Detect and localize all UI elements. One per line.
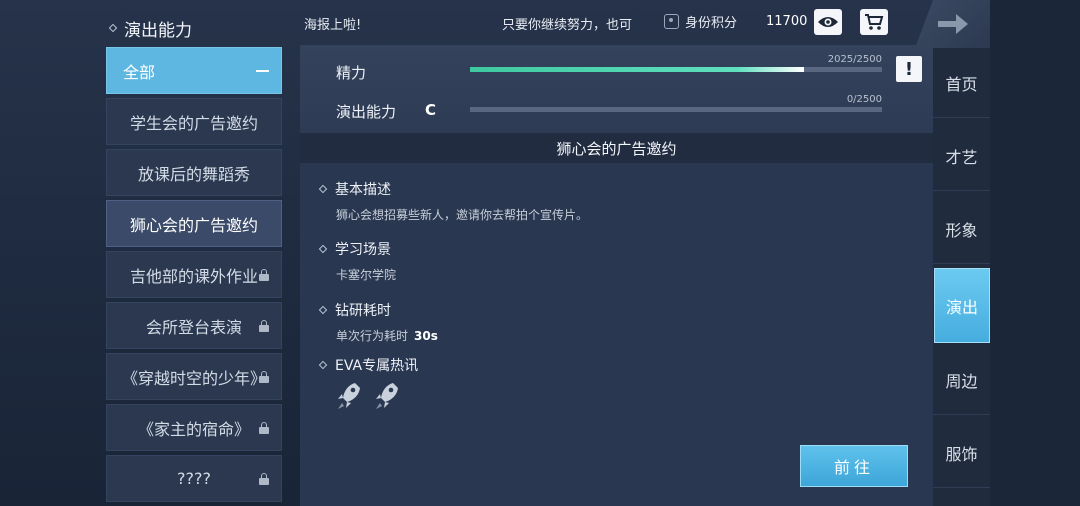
list-item-label: 全部 xyxy=(123,62,156,82)
tab-outfit[interactable]: 服饰 xyxy=(933,418,990,488)
tab-home[interactable]: 首页 xyxy=(933,48,990,118)
list-item-master-destiny[interactable]: 《家主的宿命》 xyxy=(106,404,282,451)
badge-icon xyxy=(664,14,679,29)
news-ticker-left: 海报上啦! xyxy=(304,18,362,33)
description-heading: 基本描述 xyxy=(318,179,588,199)
score-label: 身份积分 xyxy=(664,12,737,31)
eye-icon xyxy=(818,17,838,27)
time-heading: 钻研耗时 xyxy=(318,300,438,320)
list-item-time-traveler[interactable]: 《穿越时空的少年》 xyxy=(106,353,282,400)
perform-label: 演出能力 xyxy=(336,103,397,121)
score-label-text: 身份积分 xyxy=(685,16,738,31)
eva-title: EVA专属热讯 xyxy=(335,358,419,374)
eye-button[interactable] xyxy=(814,9,842,35)
detail-panel: 精力 2025/2500 演出能力 C 0/2500 ! 狮心会的广告邀约 基本… xyxy=(300,45,933,506)
description-block: 基本描述 狮心会想招募些新人，邀请你去帮拍个宣传片。 xyxy=(318,179,589,223)
go-button[interactable]: 前往 xyxy=(800,445,908,487)
news-ticker-right: 只要你继续努力，也可 xyxy=(502,18,633,33)
diamond-icon xyxy=(318,244,328,254)
diamond-icon xyxy=(108,23,118,33)
alert-icon: ! xyxy=(904,58,914,80)
diamond-icon xyxy=(318,360,328,370)
scene-title: 学习场景 xyxy=(335,242,391,258)
time-value: 30s xyxy=(414,329,438,343)
list-item-all[interactable]: 全部 xyxy=(106,47,282,94)
info-alert-button[interactable]: ! xyxy=(896,56,922,82)
shop-cart-button[interactable] xyxy=(860,9,888,35)
stamina-bar-fill xyxy=(470,67,804,72)
stamina-bar xyxy=(470,67,882,72)
list-item-student-council-ad[interactable]: 学生会的广告邀约 xyxy=(106,98,282,145)
detail-title: 狮心会的广告邀约 xyxy=(300,133,933,163)
list-item-lionheart-ad[interactable]: 狮心会的广告邀约 xyxy=(106,200,282,247)
diamond-icon xyxy=(318,184,328,194)
score-value: 11700 xyxy=(766,14,808,29)
category-tabs: 首页 才艺 形象 演出 周边 服饰 xyxy=(933,48,990,506)
stamina-value: 2025/2500 xyxy=(827,54,882,65)
list-item-label: 《穿越时空的少年》 xyxy=(121,368,266,388)
list-item-label: ???? xyxy=(177,469,211,488)
diamond-icon xyxy=(318,305,328,315)
description-title: 基本描述 xyxy=(335,182,391,198)
time-block: 钻研耗时 单次行为耗时 30s xyxy=(318,300,438,344)
eva-block: EVA专属热讯 xyxy=(318,355,419,411)
scene-text: 卡塞尔学院 xyxy=(336,268,397,282)
back-arrow-icon xyxy=(937,14,968,34)
top-bar: 演出能力 海报上啦! 只要你继续努力，也可 身份积分 11700 xyxy=(0,0,1080,48)
section-title: 演出能力 xyxy=(108,14,192,42)
time-text: 单次行为耗时 30s xyxy=(336,327,438,344)
list-item-after-school-dance[interactable]: 放课后的舞蹈秀 xyxy=(106,149,282,196)
rocket-icon xyxy=(338,383,360,409)
scene-heading: 学习场景 xyxy=(318,239,396,259)
list-item-label: 会所登台表演 xyxy=(145,317,242,337)
list-item-label: 学生会的广告邀约 xyxy=(129,113,258,133)
tab-image[interactable]: 形象 xyxy=(933,194,990,264)
tab-performance[interactable]: 演出 xyxy=(934,268,990,343)
list-item-club-stage[interactable]: 会所登台表演 xyxy=(106,302,282,349)
stats-section: 精力 2025/2500 演出能力 C 0/2500 ! xyxy=(300,45,933,133)
lock-icon xyxy=(259,422,269,434)
list-item-label: 放课后的舞蹈秀 xyxy=(137,164,250,184)
list-item-guitar-homework[interactable]: 吉他部的课外作业 xyxy=(106,251,282,298)
rocket-icon xyxy=(376,383,398,409)
lock-icon xyxy=(259,269,269,281)
list-item-unknown[interactable]: ???? xyxy=(106,455,282,502)
tab-merch[interactable]: 周边 xyxy=(933,345,990,415)
back-button[interactable] xyxy=(915,0,990,48)
perform-bar xyxy=(470,107,882,112)
eva-heading: EVA专属热讯 xyxy=(318,355,419,375)
list-item-label: 《家主的宿命》 xyxy=(137,419,250,439)
lock-icon xyxy=(259,320,269,332)
perform-value: 0/2500 xyxy=(846,94,882,105)
cart-icon xyxy=(865,14,884,30)
scene-block: 学习场景 卡塞尔学院 xyxy=(318,239,397,283)
perform-grade: C xyxy=(425,101,437,119)
section-title-label: 演出能力 xyxy=(124,20,192,41)
list-item-label: 吉他部的课外作业 xyxy=(129,266,258,286)
collapse-icon xyxy=(256,70,269,72)
activity-list: 全部 学生会的广告邀约 放课后的舞蹈秀 狮心会的广告邀约 吉他部的课外作业 会所… xyxy=(106,47,284,506)
description-text: 狮心会想招募些新人，邀请你去帮拍个宣传片。 xyxy=(336,208,589,222)
list-item-label: 狮心会的广告邀约 xyxy=(129,215,258,235)
tab-talent[interactable]: 才艺 xyxy=(933,121,990,191)
stamina-label: 精力 xyxy=(336,64,367,82)
time-text-label: 单次行为耗时 xyxy=(336,329,409,343)
right-background xyxy=(990,0,1080,506)
lock-icon xyxy=(259,371,269,383)
time-title: 钻研耗时 xyxy=(335,303,391,319)
eva-rockets xyxy=(336,381,418,411)
lock-icon xyxy=(259,473,269,485)
